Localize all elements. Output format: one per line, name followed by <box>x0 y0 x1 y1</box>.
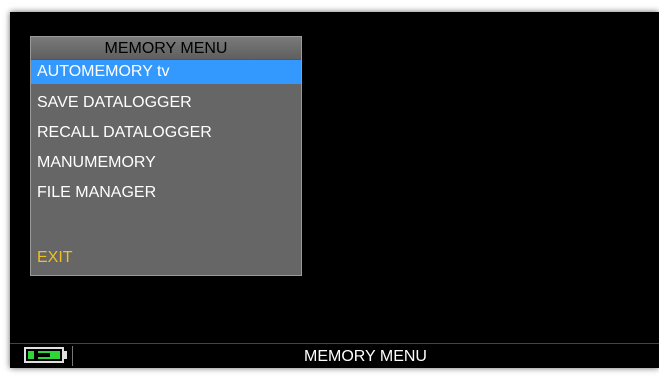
menu-item-file-manager[interactable]: FILE MANAGER <box>31 178 301 208</box>
menu-item-save-datalogger[interactable]: SAVE DATALOGGER <box>31 88 301 118</box>
battery-charging-icon <box>24 347 64 363</box>
menu-item-automemory-tv[interactable]: AUTOMEMORY tv <box>31 60 301 84</box>
charging-plug-icon <box>34 351 50 359</box>
memory-menu: MEMORY MENU AUTOMEMORY tv SAVE DATALOGGE… <box>30 36 302 276</box>
battery-tip <box>64 351 67 359</box>
device-screen: MEMORY MENU AUTOMEMORY tv SAVE DATALOGGE… <box>10 12 659 368</box>
menu-item-recall-datalogger[interactable]: RECALL DATALOGGER <box>31 118 301 148</box>
status-bar: MEMORY MENU <box>10 343 659 368</box>
status-title: MEMORY MENU <box>304 348 427 365</box>
menu-title: MEMORY MENU <box>31 37 301 60</box>
menu-item-manumemory[interactable]: MANUMEMORY <box>31 148 301 178</box>
menu-items: AUTOMEMORY tv SAVE DATALOGGER RECALL DAT… <box>31 60 301 208</box>
menu-item-exit[interactable]: EXIT <box>37 249 73 267</box>
